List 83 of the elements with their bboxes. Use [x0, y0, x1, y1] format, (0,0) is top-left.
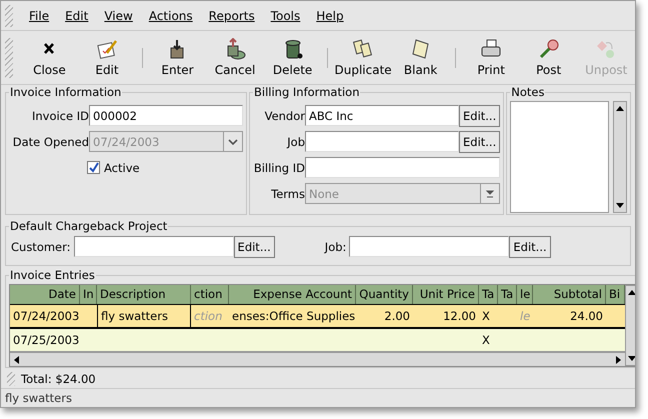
- column-header[interactable]: Quantity: [356, 285, 413, 304]
- scrollbar[interactable]: [613, 101, 627, 214]
- scroll-left-icon[interactable]: [13, 356, 19, 364]
- field-label: Job:: [324, 240, 346, 254]
- field-label: Billing ID: [253, 160, 305, 175]
- field-label: Vendor: [264, 108, 305, 123]
- grip-handle[interactable]: [5, 38, 13, 78]
- toolbar-button[interactable]: Print: [462, 38, 520, 78]
- scroll-down-icon[interactable]: [616, 203, 624, 210]
- field-label: Terms: [270, 186, 305, 201]
- table-cell-text: 24.00: [569, 308, 604, 326]
- caret-down-icon: [485, 190, 496, 198]
- toolbar-button[interactable]: Blank: [392, 38, 450, 78]
- edit-button[interactable]: Edit...: [509, 236, 551, 258]
- table-cell-text: ction: [193, 308, 224, 326]
- frame-title: Invoice Information: [9, 85, 122, 100]
- edit-button[interactable]: Edit...: [459, 104, 500, 127]
- column-header[interactable]: Unit Price: [413, 285, 479, 304]
- frame-title: Default Chargeback Project: [9, 219, 168, 234]
- column-header[interactable]: Subtotal: [533, 285, 606, 304]
- checkbox-label: Active: [104, 160, 140, 175]
- menu-item[interactable]: File: [21, 8, 58, 23]
- column-header[interactable]: ction: [191, 285, 229, 304]
- frame-title: Notes: [510, 85, 546, 100]
- column-header[interactable]: Expense Account: [229, 285, 356, 304]
- table-cell-text: X: [481, 308, 491, 326]
- frame-title: Invoice Entries: [9, 268, 96, 282]
- scrollbar[interactable]: [10, 352, 625, 366]
- table-cell-text: 07/24/2003: [12, 308, 80, 326]
- column-header[interactable]: Description: [97, 285, 191, 304]
- invoice-id-field[interactable]: 000002: [89, 105, 243, 126]
- field-label: Customer:: [11, 240, 71, 254]
- pencil-paper-icon: [94, 38, 119, 60]
- toolbar-button[interactable]: Edit: [78, 38, 136, 78]
- scrollbar[interactable]: [625, 285, 635, 366]
- billing-id-field[interactable]: [305, 157, 500, 178]
- chevron-down-icon: [228, 138, 238, 145]
- grip-handle[interactable]: [5, 4, 13, 27]
- customer-field[interactable]: [74, 236, 234, 258]
- grip-handle[interactable]: [7, 372, 15, 386]
- scroll-up-icon[interactable]: [616, 105, 624, 112]
- menu-item[interactable]: Help: [308, 8, 352, 23]
- table-cell-text: enses:Office Supplies: [231, 308, 356, 326]
- edit-button[interactable]: Edit...: [234, 236, 275, 258]
- field-label: Date Opened: [12, 134, 89, 149]
- total-label: Total: $24.00: [21, 372, 96, 386]
- job-field[interactable]: [349, 236, 510, 258]
- column-header[interactable]: Ta: [479, 285, 498, 304]
- scroll-up-icon[interactable]: [628, 289, 635, 296]
- frame-title: Billing Information: [253, 85, 360, 100]
- edit-button[interactable]: Edit...: [459, 130, 500, 153]
- scroll-right-icon[interactable]: [616, 356, 622, 364]
- table-row[interactable]: 07/25/2003 X: [10, 329, 625, 352]
- table-cell-text: 12.00: [442, 308, 477, 326]
- table-cell-text: 07/25/2003: [12, 332, 80, 350]
- menu-item[interactable]: Actions: [140, 8, 201, 23]
- menu-item[interactable]: Edit: [57, 8, 96, 23]
- table-row[interactable]: 07/24/2003 fly swatters ction enses:Office Supplies 2.00 12.00 X le 24.00: [10, 305, 625, 330]
- column-header[interactable]: le: [517, 285, 533, 304]
- toolbar-button[interactable]: Close: [20, 38, 78, 78]
- job-field[interactable]: [305, 131, 459, 152]
- column-header[interactable]: Date: [10, 285, 80, 304]
- menu-item[interactable]: Tools: [262, 8, 308, 23]
- checkbox[interactable]: [87, 161, 100, 174]
- menu-item[interactable]: Reports: [200, 8, 263, 23]
- field-label: Job: [286, 134, 305, 149]
- status-bar: fly swatters: [1, 388, 635, 407]
- column-header[interactable]: Ta: [498, 285, 517, 304]
- notes-field[interactable]: [510, 101, 609, 214]
- table-cell-text: X: [481, 332, 491, 350]
- toolbar-button[interactable]: Post: [520, 38, 578, 78]
- scroll-down-icon[interactable]: [628, 356, 635, 362]
- table-cell-text: le: [519, 308, 532, 326]
- vendor-field[interactable]: ABC Inc: [305, 105, 459, 126]
- field-label: Invoice ID: [30, 108, 89, 123]
- table-cell: fly swatters: [97, 305, 191, 328]
- menu-item[interactable]: View: [96, 8, 141, 23]
- toolbar-button[interactable]: Duplicate: [334, 38, 392, 78]
- column-header[interactable]: In: [80, 285, 97, 304]
- toolbar-button[interactable]: Enter: [148, 38, 206, 78]
- table-cell-text: 2.00: [383, 308, 411, 326]
- toolbar-button[interactable]: Cancel: [206, 38, 264, 78]
- toolbar-button[interactable]: Delete: [264, 38, 322, 78]
